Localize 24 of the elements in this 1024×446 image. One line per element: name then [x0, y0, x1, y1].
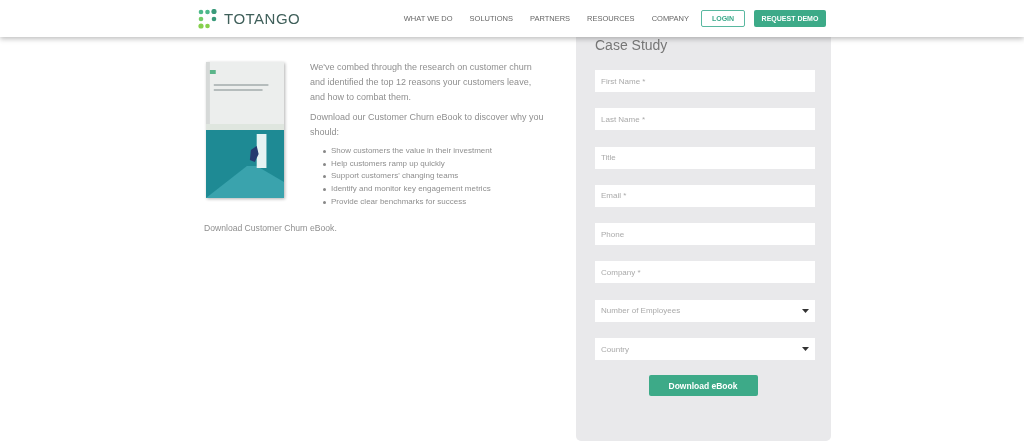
form-title: Case Study [595, 37, 669, 53]
bullet-icon [323, 149, 326, 153]
paragraph: Download our Customer Churn eBook to discover why you should: [310, 111, 545, 139]
input-field[interactable]: Email * [595, 184, 815, 207]
caret-icon [802, 308, 809, 313]
input-field[interactable]: First Name * [595, 70, 815, 92]
bullet-text: Provide clear benchmarks for success [331, 195, 467, 208]
bullet-icon [323, 162, 326, 166]
caret-icon [802, 347, 809, 352]
logo-icon [198, 8, 218, 29]
input-field[interactable]: Phone [595, 223, 815, 246]
input-field[interactable]: Last Name * [595, 108, 815, 131]
bullet-icon [323, 187, 326, 191]
bullet-text: Identify and monitor key engagement metrics [331, 183, 491, 196]
bullet-icon [323, 175, 326, 179]
paragraph: We've combed through the research on customer churn and identified the top 12 reasons your customers leave, and how to combat them. [310, 61, 533, 104]
paragraph: Download Customer Churn eBook. [204, 222, 338, 233]
bullet-text: Show customers the value in their investment [331, 145, 492, 157]
input-field[interactable]: Company * [595, 261, 815, 284]
bullet-icon [323, 200, 326, 204]
brand-name[interactable]: TOTANGO [224, 10, 301, 27]
bullet-text: Help customers ramp up quickly [331, 157, 445, 170]
bullet-text: Support customers' changing teams [331, 170, 459, 183]
input-field[interactable]: Title [595, 146, 815, 169]
